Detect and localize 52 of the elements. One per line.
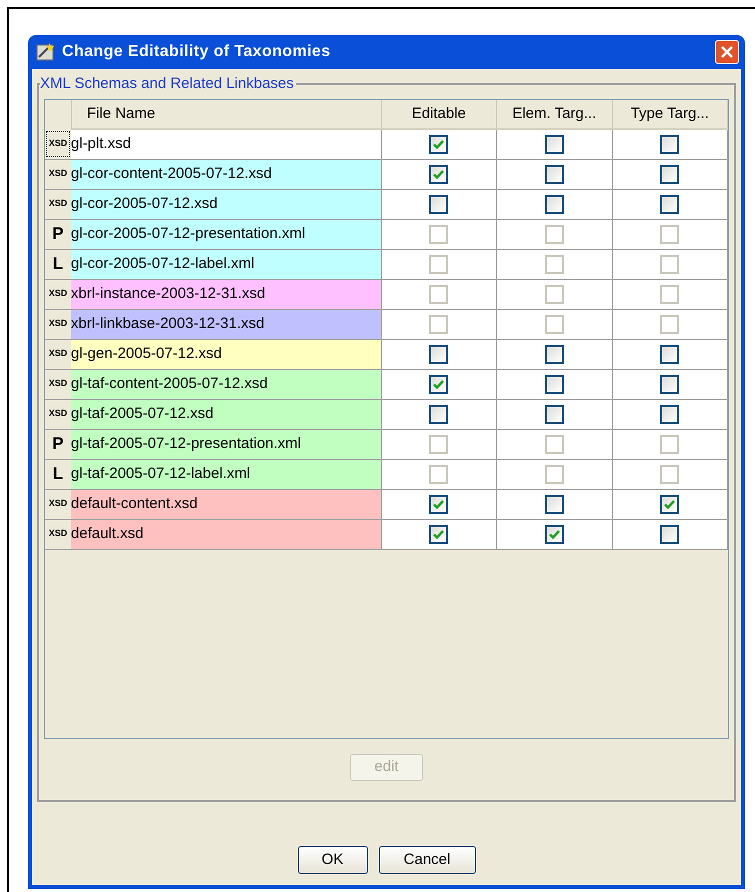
checkmark-icon bbox=[548, 530, 560, 539]
checkmark-icon bbox=[433, 170, 444, 179]
file-name-cell: gl-taf-2005-07-12-label.xml bbox=[70, 460, 382, 489]
checkbox[interactable] bbox=[660, 525, 680, 544]
dialog-button[interactable]: OK bbox=[298, 846, 368, 874]
close-icon bbox=[721, 46, 733, 58]
checkbox[interactable] bbox=[660, 375, 680, 394]
checkbox[interactable] bbox=[429, 525, 448, 544]
checkbox[interactable] bbox=[660, 195, 680, 214]
checkbox[interactable] bbox=[660, 135, 680, 154]
file-name-cell: xbrl-linkbase-2003-12-31.xsd bbox=[70, 310, 382, 339]
checkbox[interactable] bbox=[429, 375, 448, 394]
checkbox[interactable] bbox=[544, 525, 564, 544]
checkbox[interactable] bbox=[429, 405, 448, 424]
checkbox[interactable] bbox=[544, 195, 564, 214]
file-name-cell: gl-plt.xsd bbox=[70, 130, 382, 159]
checkmark-icon bbox=[433, 530, 444, 539]
checkbox[interactable] bbox=[429, 195, 448, 214]
checkmark-icon bbox=[433, 380, 444, 389]
checkbox[interactable] bbox=[544, 495, 564, 514]
checkbox[interactable] bbox=[429, 165, 448, 184]
file-name-cell: gl-cor-content-2005-07-12.xsd bbox=[70, 160, 382, 189]
checkmark-icon bbox=[664, 500, 676, 509]
file-name-cell: gl-taf-2005-07-12-presentation.xml bbox=[70, 430, 382, 459]
checkbox[interactable] bbox=[660, 495, 680, 514]
checkbox[interactable] bbox=[660, 405, 680, 424]
file-name-cell: default.xsd bbox=[70, 520, 382, 549]
checkbox[interactable] bbox=[429, 135, 448, 154]
file-name-cell: gl-taf-2005-07-12.xsd bbox=[70, 400, 382, 429]
file-name-cell: default-content.xsd bbox=[70, 490, 382, 519]
checkbox[interactable] bbox=[544, 405, 564, 424]
file-type-icon: XSD bbox=[45, 130, 71, 158]
close-button[interactable] bbox=[715, 40, 739, 64]
app-icon bbox=[36, 42, 56, 62]
window-title: Change Editability of Taxonomies bbox=[62, 42, 332, 62]
checkbox[interactable] bbox=[429, 345, 448, 364]
checkbox[interactable] bbox=[660, 345, 680, 364]
dialog-button[interactable]: Cancel bbox=[378, 846, 476, 874]
checkbox[interactable] bbox=[544, 345, 564, 364]
file-name-cell: gl-cor-2005-07-12-label.xml bbox=[70, 250, 382, 279]
checkmark-icon bbox=[433, 140, 444, 149]
file-name-cell: gl-gen-2005-07-12.xsd bbox=[70, 340, 382, 369]
checkbox[interactable] bbox=[429, 495, 448, 514]
checkmark-icon bbox=[433, 500, 444, 509]
checkbox[interactable] bbox=[544, 135, 564, 154]
file-name-cell: gl-cor-2005-07-12.xsd bbox=[70, 190, 382, 219]
file-name-cell: xbrl-instance-2003-12-31.xsd bbox=[70, 280, 382, 309]
checkbox[interactable] bbox=[660, 165, 680, 184]
file-name-cell: gl-cor-2005-07-12-presentation.xml bbox=[70, 220, 382, 249]
checkbox[interactable] bbox=[544, 165, 564, 184]
file-name-cell: gl-taf-content-2005-07-12.xsd bbox=[70, 370, 382, 399]
checkbox[interactable] bbox=[544, 375, 564, 394]
